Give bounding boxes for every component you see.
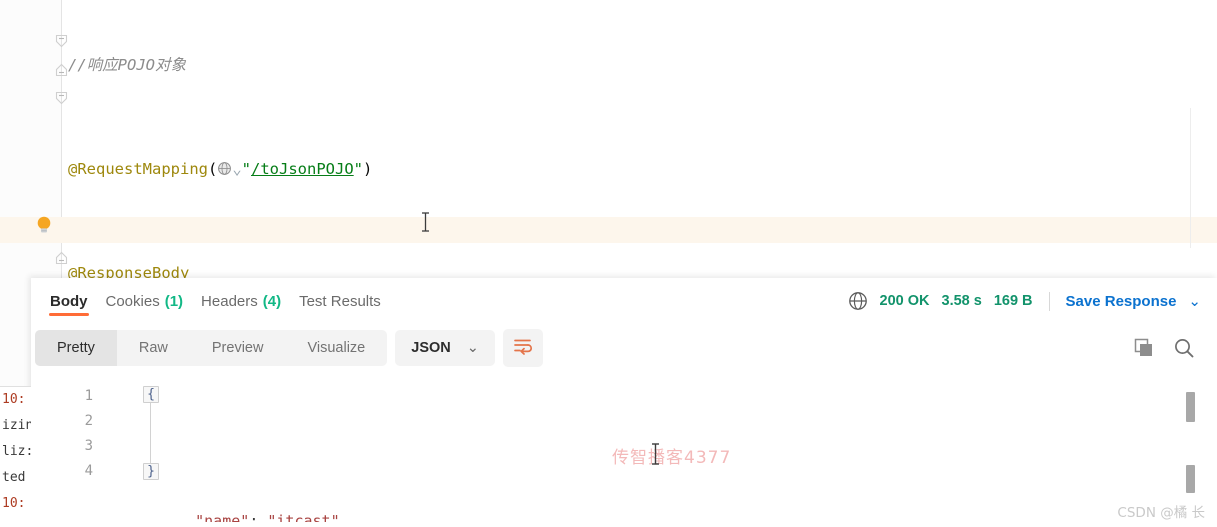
console-line: 10: (2, 392, 26, 407)
response-tabs: Body Cookies (1) Headers (4) Test Result… (31, 278, 390, 324)
format-value: JSON (411, 340, 451, 356)
screenshot-root: //响应POJO对象 @RequestMapping(⌄"/toJsonPOJO… (0, 0, 1217, 527)
chevron-down-icon: ⌄ (466, 340, 479, 356)
body-scrollbar-thumb-secondary[interactable] (1186, 465, 1195, 493)
globe-icon (848, 291, 868, 311)
punct: ) (363, 160, 373, 178)
tab-label: Headers (201, 292, 258, 310)
tab-count-badge: (4) (262, 292, 282, 310)
line-number-gutter: 1 2 3 4 (31, 384, 93, 484)
chevron-down-icon[interactable]: ⌄ (1188, 292, 1201, 310)
body-toolbar-actions (1133, 324, 1195, 372)
tab-headers[interactable]: Headers (4) (192, 278, 290, 324)
url-mapping-value[interactable]: /toJsonPOJO (251, 160, 354, 178)
view-mode-label: Raw (138, 340, 168, 356)
text-cursor-ide (421, 212, 430, 232)
code-line: //响应POJO对象 (68, 52, 1168, 78)
view-mode-label: Visualize (307, 340, 366, 356)
tab-label: Test Results (299, 292, 381, 310)
chevron-down-icon[interactable]: ⌄ (232, 160, 241, 178)
json-open-brace[interactable]: { (143, 386, 159, 403)
code-line: @RequestMapping(⌄"/toJsonPOJO") (68, 156, 1168, 182)
intention-bulb-icon[interactable] (35, 215, 53, 235)
json-separator: : (249, 512, 268, 522)
json-comma: , (339, 512, 349, 522)
copy-icon[interactable] (1133, 337, 1155, 359)
tab-test-results[interactable]: Test Results (290, 278, 390, 324)
watermark-csdn: CSDN @橘 长 (1117, 505, 1205, 521)
search-icon[interactable] (1173, 337, 1195, 359)
body-view-toolbar: Pretty Raw Preview Visualize JSON ⌄ (31, 324, 1217, 372)
view-mode-raw[interactable]: Raw (117, 330, 190, 366)
url-globe-icon[interactable] (217, 158, 232, 184)
response-size: 169 B (993, 293, 1033, 309)
code-comment: //响应POJO对象 (68, 56, 186, 74)
string-quote: " (353, 160, 364, 178)
json-content: "name": "itcast", "age": 15 (159, 384, 349, 522)
response-time: 3.58 s (941, 293, 982, 309)
word-wrap-button[interactable] (502, 329, 543, 367)
punct: ( (207, 160, 218, 178)
view-mode-pretty[interactable]: Pretty (35, 330, 117, 366)
view-mode-visualize[interactable]: Visualize (285, 330, 387, 366)
line-number: 2 (84, 413, 93, 429)
line-number: 3 (84, 438, 93, 454)
view-mode-group: Pretty Raw Preview Visualize (35, 330, 388, 366)
tab-label: Cookies (105, 292, 160, 310)
text-cursor-body (651, 443, 660, 465)
fold-guide-line (150, 400, 151, 472)
json-row: "name": "itcast", (159, 509, 349, 522)
postman-response-panel: Body Cookies (1) Headers (4) Test Result… (31, 278, 1217, 527)
json-blank-line (159, 434, 349, 459)
save-response-button[interactable]: Save Response (1066, 293, 1177, 310)
tab-label: Body (50, 292, 88, 310)
response-status-bar: 200 OK 3.58 s 169 B Save Response ⌄ (848, 278, 1201, 324)
json-close-brace[interactable]: } (143, 463, 159, 480)
console-line: liz: (2, 444, 31, 459)
view-mode-preview[interactable]: Preview (190, 330, 286, 366)
json-fold-column: { } (143, 386, 159, 484)
json-key: "name" (195, 512, 250, 522)
console-line: izin (2, 418, 31, 433)
format-select[interactable]: JSON ⌄ (395, 330, 495, 366)
line-number: 1 (84, 388, 93, 404)
json-value: "itcast" (267, 512, 340, 522)
divider (1048, 291, 1050, 311)
status-code: 200 OK (879, 293, 930, 309)
watermark-traditional: 传智播客4377 (612, 448, 732, 468)
body-scrollbar-track[interactable] (1190, 108, 1191, 248)
console-line: ted (2, 470, 26, 485)
word-wrap-icon (513, 337, 533, 360)
response-header: Body Cookies (1) Headers (4) Test Result… (31, 278, 1217, 324)
tab-count-badge: (1) (164, 292, 184, 310)
string-quote: " (241, 160, 252, 178)
body-scrollbar-thumb[interactable] (1186, 392, 1195, 422)
annotation-token: @RequestMapping (68, 160, 208, 178)
tab-body[interactable]: Body (41, 278, 97, 324)
console-line: 10: (2, 496, 26, 511)
view-mode-label: Preview (211, 340, 264, 356)
view-mode-label: Pretty (57, 340, 95, 356)
console-output-sliver: 10: izin liz: ted 10: (0, 386, 31, 527)
tab-cookies[interactable]: Cookies (1) (97, 278, 193, 324)
line-number: 4 (84, 463, 93, 479)
